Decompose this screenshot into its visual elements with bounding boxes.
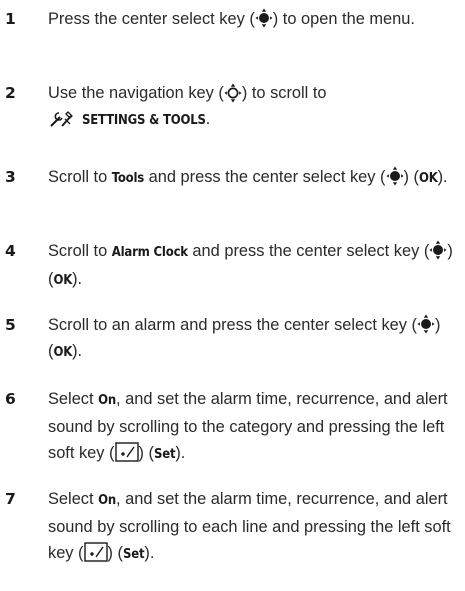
step-text-part: ) to scroll to <box>241 84 327 102</box>
center-select-key-icon <box>429 240 447 260</box>
step-text-part: ) ( <box>138 444 154 462</box>
step-text-part: ). <box>72 270 83 288</box>
step-text: Scroll to Tools and press the center sel… <box>48 164 462 192</box>
left-soft-key-icon <box>114 442 139 462</box>
option-label: On <box>98 393 116 408</box>
step-text-part: Scroll to <box>48 242 112 260</box>
step-text: Press the center select key ( ) to open t… <box>48 6 462 32</box>
menu-path-label: SETTINGS & TOOLS <box>82 113 206 128</box>
step-text: Scroll to an alarm and press the center … <box>48 312 462 366</box>
settings-tools-icon <box>50 111 73 127</box>
step-number: 1 <box>5 10 16 28</box>
step-text-part: ). <box>175 444 186 462</box>
instruction-list: 1 Press the center select key ( ) to open… <box>0 0 465 591</box>
step-number: 7 <box>5 490 16 508</box>
step-text-part: ). <box>72 342 83 360</box>
step-text-part: Scroll to <box>48 168 112 186</box>
step-text: Use the navigation key ( ) to scroll to SE… <box>48 80 462 134</box>
step-text-part: ) to open the menu. <box>272 10 415 28</box>
center-select-key-icon <box>255 8 273 28</box>
step-text: Select On, and set the alarm time, recur… <box>48 486 462 568</box>
option-label: On <box>98 493 116 508</box>
softkey-label: Set <box>123 547 145 562</box>
step-text-part: ). <box>437 168 448 186</box>
softkey-label: Set <box>153 447 176 462</box>
step-number: 3 <box>5 168 16 186</box>
step-number: 5 <box>5 316 16 334</box>
step-text-part: Use the navigation key ( <box>48 84 224 102</box>
softkey-label: OK <box>418 171 438 186</box>
step-text-part: Scroll to an alarm and press the center … <box>48 316 417 334</box>
step-text-part: Select <box>48 490 99 508</box>
step-text-part: Press the center select key ( <box>48 10 255 28</box>
step-text-part: . <box>205 110 211 128</box>
center-select-key-icon <box>417 314 435 334</box>
step-text-part: Select <box>48 390 99 408</box>
left-soft-key-icon <box>83 542 108 562</box>
step-text: Select On, and set the alarm time, recur… <box>48 386 462 468</box>
step-number: 4 <box>5 242 16 260</box>
step-number: 6 <box>5 390 16 408</box>
step-text-part: ). <box>144 544 155 562</box>
center-select-key-icon <box>386 166 403 186</box>
navigation-key-icon <box>224 83 242 103</box>
step-text-part: ) ( <box>403 168 419 186</box>
menu-item-label: Tools <box>111 171 145 186</box>
step-text-part: ) ( <box>107 544 124 562</box>
step-text-part: and press the center select key ( <box>144 168 386 186</box>
menu-item-label: Alarm Clock <box>111 245 188 260</box>
softkey-label: OK <box>53 345 73 360</box>
softkey-label: OK <box>53 273 73 288</box>
step-text-part: and press the center select key ( <box>187 242 430 260</box>
step-text: Scroll to Alarm Clock and press the cent… <box>48 238 462 294</box>
step-number: 2 <box>5 84 16 102</box>
